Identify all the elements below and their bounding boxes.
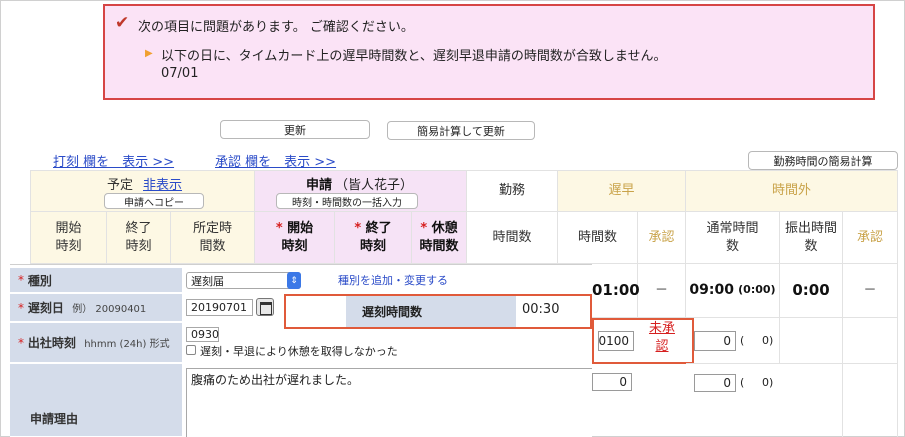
late-early-header: 遅早 <box>558 170 686 212</box>
no-break-label: 遅刻・早退により休憩を取得しなかった <box>200 345 398 358</box>
change-type-link[interactable]: 種別を追加・変更する <box>338 272 448 288</box>
type-label: * 種別 <box>10 268 182 293</box>
update-button[interactable]: 更新 <box>220 120 370 139</box>
error-date: 07/01 <box>161 66 199 81</box>
arrival-time-label: * 出社時刻 hhmm (24h) 形式 <box>10 323 182 363</box>
overtime-transfer-row3 <box>780 364 843 437</box>
late-approve-value: － <box>638 264 686 318</box>
request-label: 申請 <box>306 178 333 193</box>
start-time-header: 開始時刻 <box>30 212 107 264</box>
request-break-header: * 休憩時間数 <box>412 212 467 264</box>
quick-work-time-calc-button[interactable]: 勤務時間の簡易計算 <box>748 151 898 170</box>
bulk-input-button[interactable]: 時刻・時間数の一括入力 <box>276 193 418 209</box>
late-time-label: 遅刻時間数 <box>346 296 516 327</box>
overtime-normal-input[interactable]: 0 <box>694 331 736 351</box>
overtime-header: 時間外 <box>686 170 898 212</box>
overtime-approve-value: － <box>843 264 898 318</box>
requester-name: （皆人花子） <box>335 178 414 193</box>
show-approval-column-link[interactable]: 承認 欄を 表示 >> <box>215 151 336 170</box>
show-stamp-column-link[interactable]: 打刻 欄を 表示 >> <box>53 151 174 170</box>
overtime-transfer-row2 <box>780 318 843 364</box>
late-hours-value: 01:00 <box>592 264 640 318</box>
overtime-approve-row3 <box>843 364 898 437</box>
error-detail: 以下の日に、タイムカード上の遅早時間数と、遅刻早退申請の時間数が合致しません。 <box>161 49 667 64</box>
overtime-normal-value: 09:00 (0:00) <box>686 264 780 318</box>
unapproved-link[interactable]: 未承認 <box>647 320 677 356</box>
schedule-label: 予定 <box>107 178 134 193</box>
overtime-normal-header: 通常時間数 <box>686 212 780 264</box>
copy-to-request-button[interactable]: 申請へコピー <box>104 193 204 209</box>
late-date-input[interactable]: 20190701 <box>186 299 253 316</box>
quick-calc-update-button[interactable]: 簡易計算して更新 <box>387 121 535 140</box>
end-time-header: 終了時刻 <box>107 212 171 264</box>
checkmark-icon: ✔ <box>115 13 130 33</box>
overtime-transfer-value: 0:00 <box>780 264 843 318</box>
reason-textarea[interactable]: 腹痛のため出社が遅れました。 <box>186 368 592 437</box>
scheduled-hours-header: 所定時間数 <box>171 212 255 264</box>
overtime-approve-header: 承認 <box>843 212 898 264</box>
overtime-paren-value: 0) <box>762 334 774 347</box>
overtime-approve-row2 <box>843 318 898 364</box>
triangle-bullet-icon: ▶ <box>145 48 153 59</box>
request-start-header: * 開始時刻 <box>255 212 335 264</box>
overtime-normal-input-row3[interactable]: 0 <box>694 374 736 392</box>
late-hours-header: 時間数 <box>558 212 638 264</box>
error-title: 次の項目に問題があります。 ご確認ください。 <box>138 20 414 35</box>
request-end-header: * 終了時刻 <box>335 212 412 264</box>
hide-schedule-link[interactable]: 非表示 <box>143 174 182 193</box>
late-time-value: 00:30 <box>522 302 560 317</box>
arrival-time-input[interactable]: 0930 <box>186 327 219 342</box>
late-date-label: * 遅刻日 例） 20090401 <box>10 294 182 322</box>
late-hours-input-row3[interactable]: 0 <box>592 373 632 391</box>
no-break-checkbox[interactable] <box>186 345 196 355</box>
late-hours-input[interactable]: 0100 <box>598 331 634 351</box>
late-approve-header: 承認 <box>638 212 686 264</box>
select-arrows-icon[interactable]: ⇕ <box>287 272 301 289</box>
overtime-paren-value-row3: 0) <box>762 376 774 389</box>
work-hours-header: 時間数 <box>467 212 558 264</box>
overtime-paren-left: ( <box>740 334 745 347</box>
type-select[interactable]: 遅刻届 <box>186 272 301 289</box>
overtime-paren-left-row3: ( <box>740 376 745 389</box>
reason-label: 申請理由 <box>10 364 182 437</box>
calendar-icon[interactable] <box>256 298 274 316</box>
overtime-transfer-header: 振出時間数 <box>780 212 843 264</box>
work-header: 勤務 <box>467 170 558 212</box>
